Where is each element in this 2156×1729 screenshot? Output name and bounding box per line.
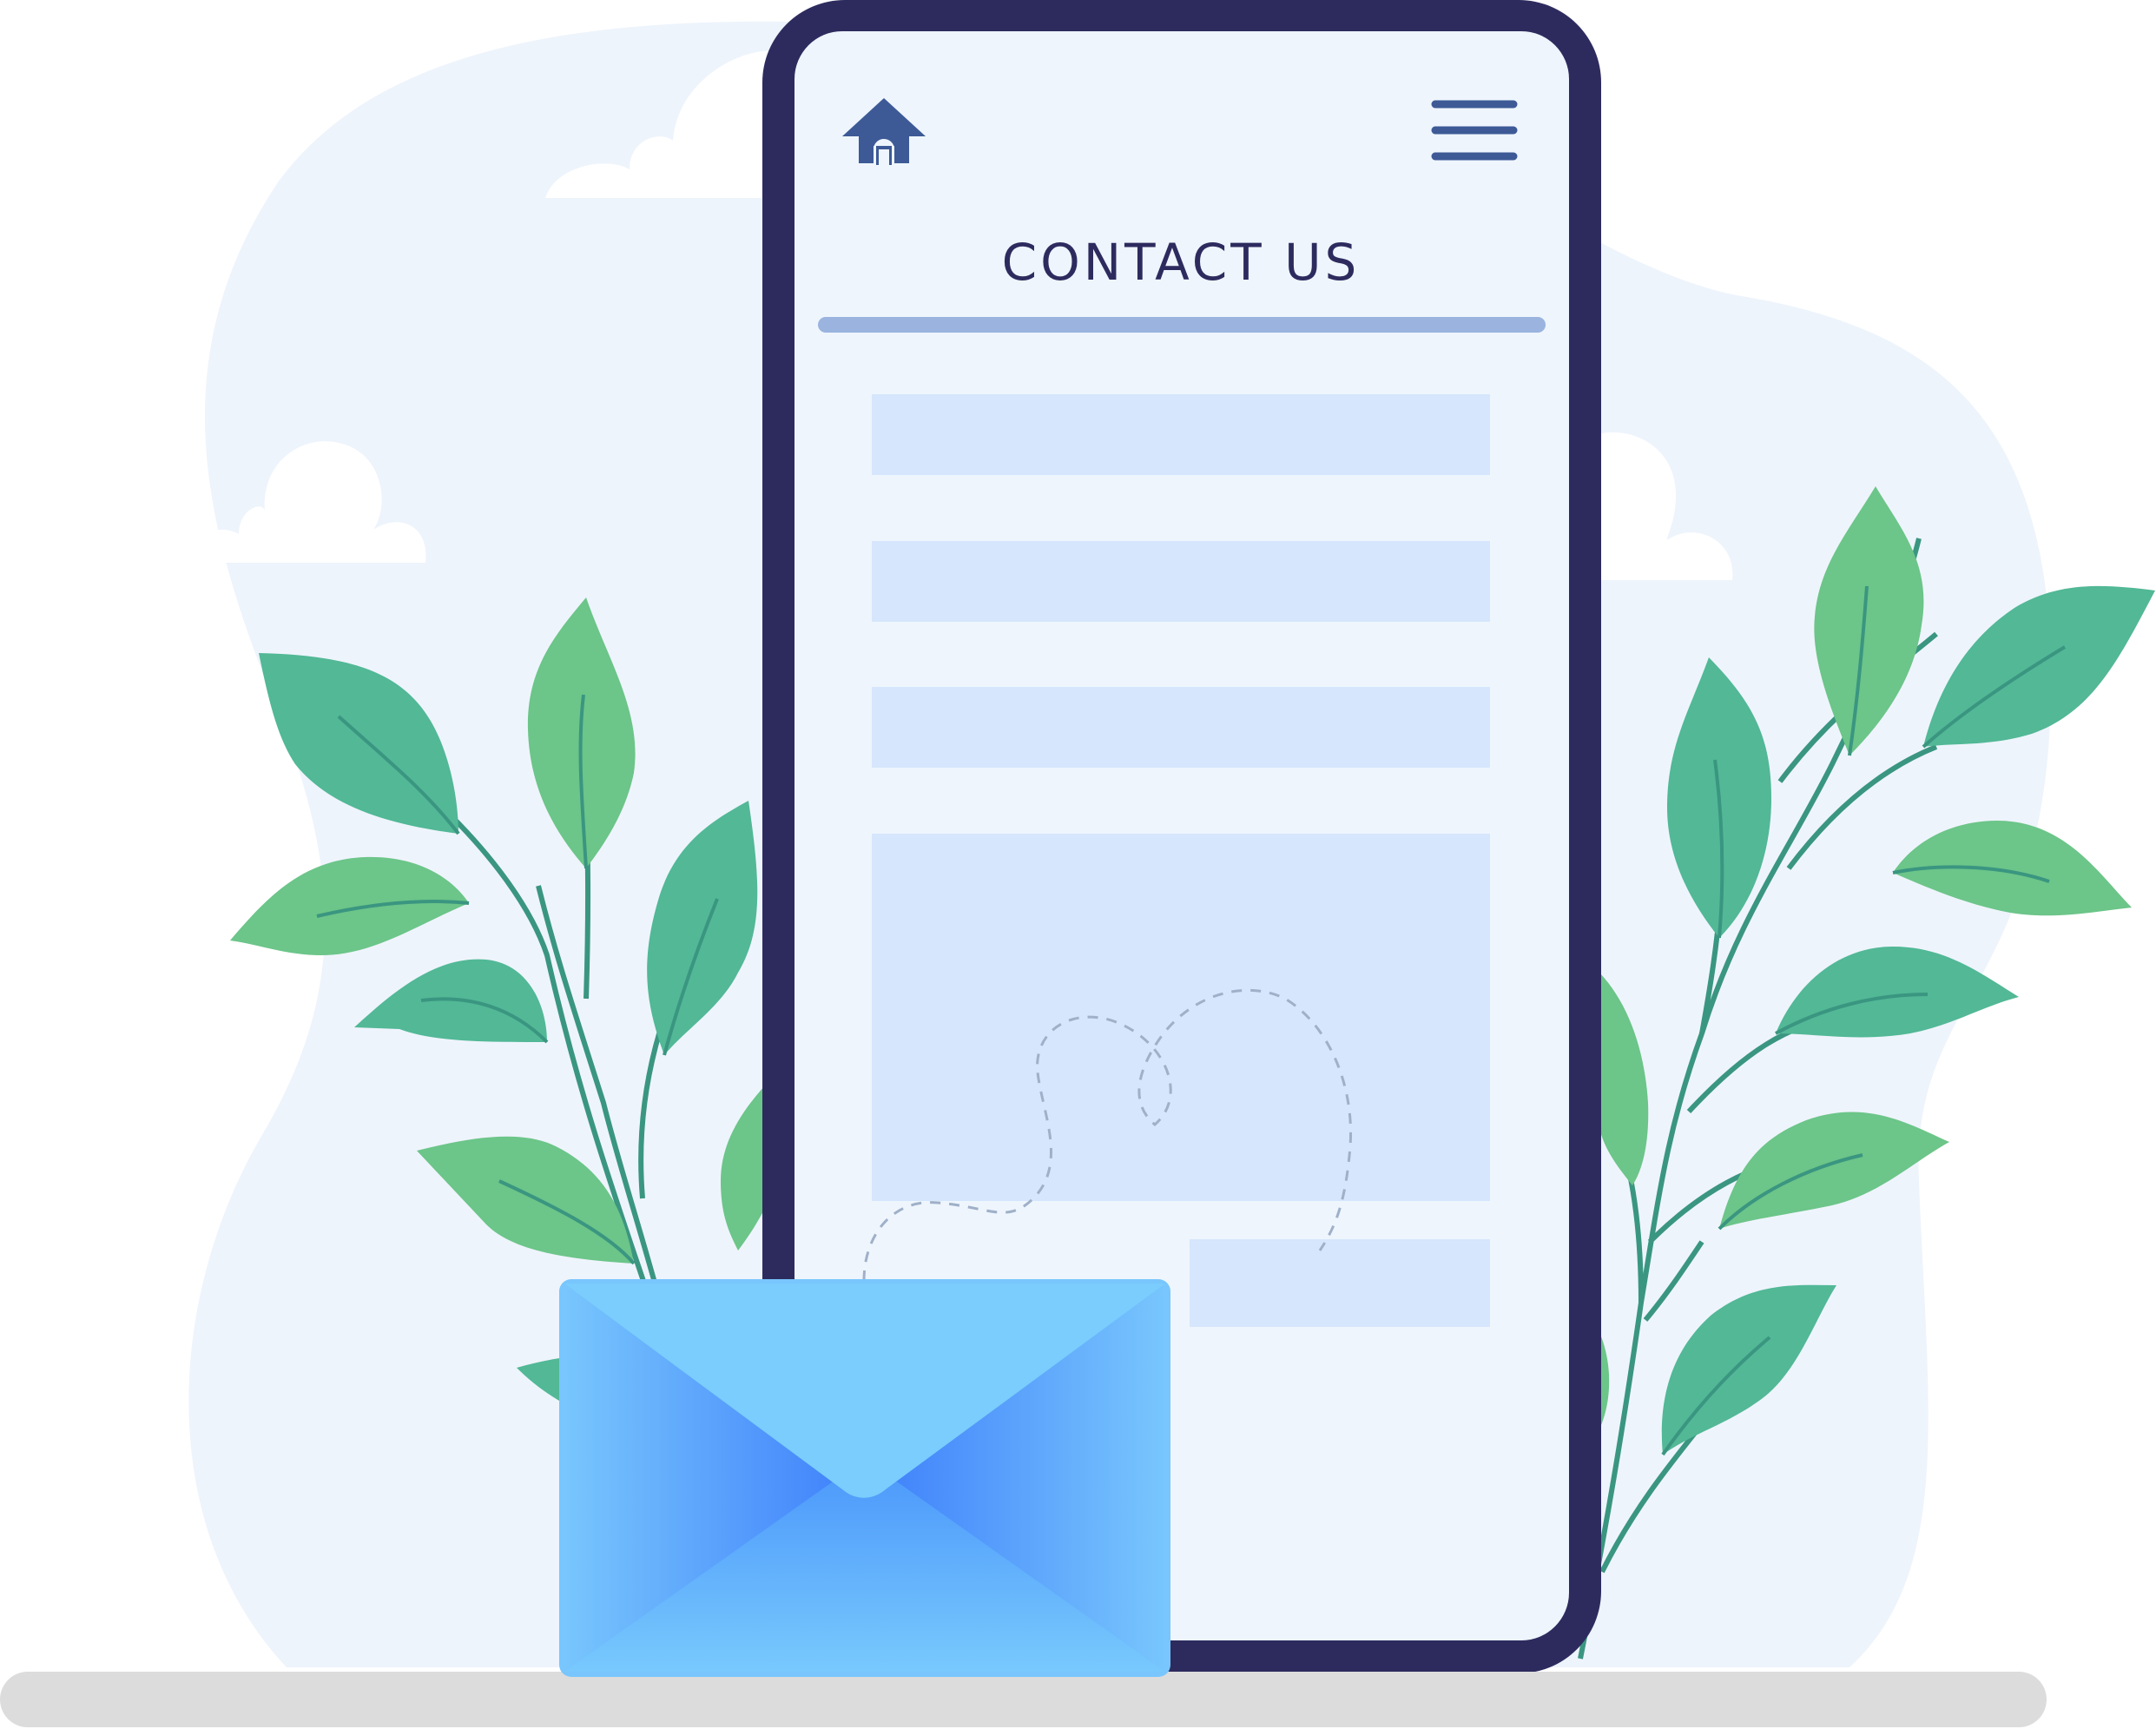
ground-bar — [0, 1672, 2047, 1727]
page-title: CONTACT US — [1001, 233, 1361, 292]
submit-button[interactable] — [1190, 1239, 1490, 1327]
message-textarea[interactable] — [872, 834, 1490, 1201]
envelope-icon — [559, 1279, 1170, 1677]
form-field-2[interactable] — [872, 541, 1490, 622]
form-field-1[interactable] — [872, 394, 1490, 475]
form-field-3[interactable] — [872, 687, 1490, 768]
